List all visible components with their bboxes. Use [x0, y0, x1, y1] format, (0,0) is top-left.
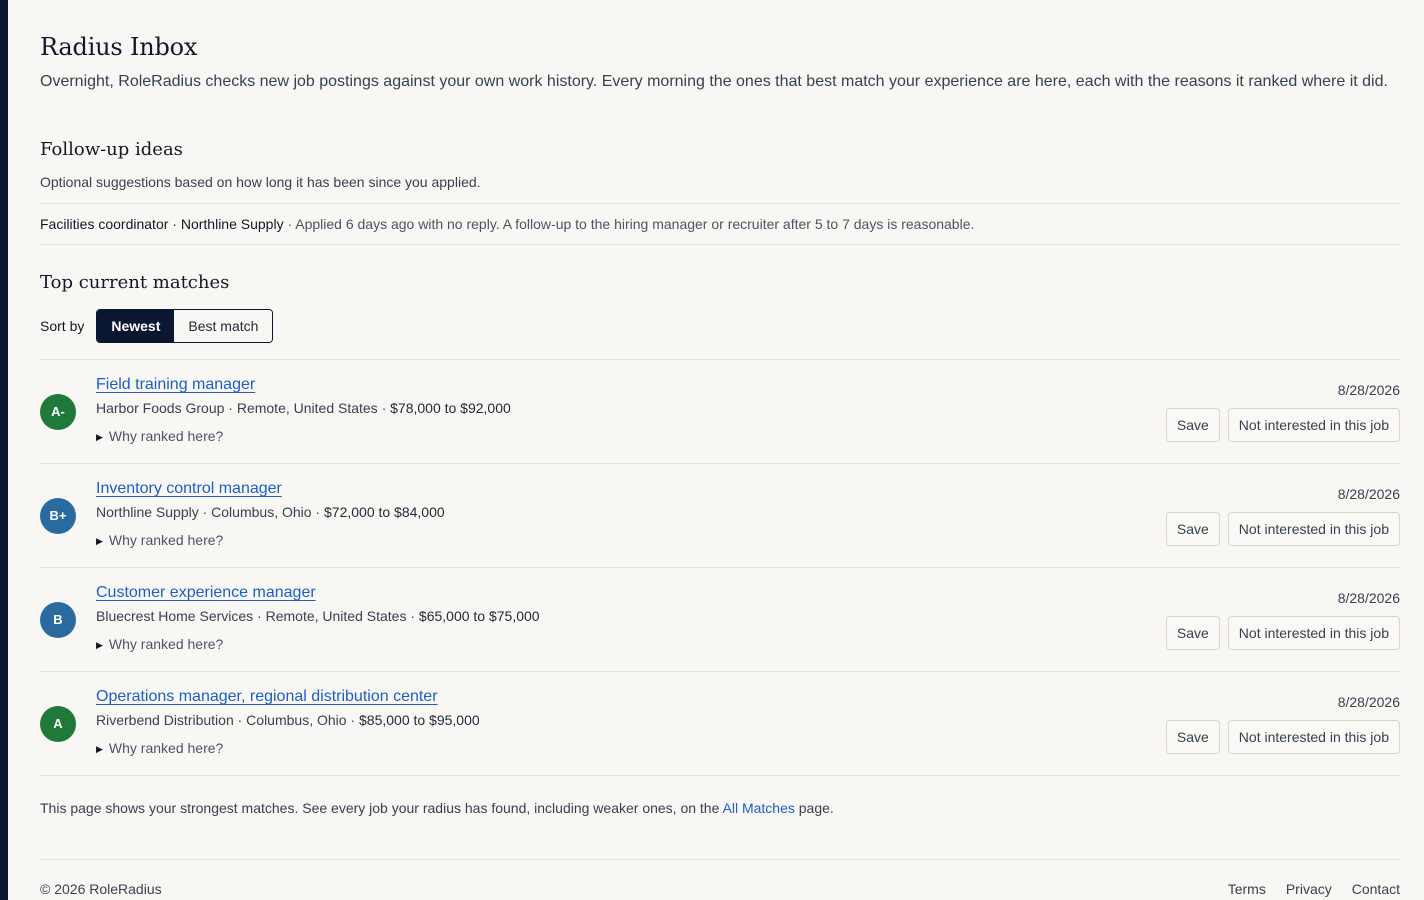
why-ranked-label: Why ranked here?: [108, 740, 224, 756]
job-meta: Northline Supply · Columbus, Ohio · $72,…: [96, 504, 445, 520]
save-button[interactable]: Save: [1165, 720, 1220, 754]
why-ranked-toggle[interactable]: ▶ Why ranked here?: [96, 428, 223, 444]
not-interested-button[interactable]: Not interested in this job: [1227, 408, 1400, 442]
why-ranked-toggle[interactable]: ▶ Why ranked here?: [96, 740, 223, 756]
disclosure-triangle-icon: ▶: [96, 536, 103, 546]
job-title-link[interactable]: Field training manager: [96, 376, 255, 394]
save-button[interactable]: Save: [1165, 512, 1220, 546]
match-row: A- Field training manager Harbor Foods G…: [40, 360, 1400, 464]
disclosure-triangle-icon: ▶: [96, 640, 103, 650]
why-ranked-toggle[interactable]: ▶ Why ranked here?: [96, 636, 223, 652]
sort-newest-button[interactable]: Newest: [97, 310, 175, 342]
grade-badge: A: [40, 706, 76, 742]
grade-badge: B+: [40, 498, 76, 534]
job-company-location: Bluecrest Home Services · Remote, United…: [96, 608, 419, 624]
followup-company: Northline Supply: [180, 216, 284, 232]
job-actions: Save Not interested in this job: [1165, 408, 1400, 442]
not-interested-button[interactable]: Not interested in this job: [1227, 512, 1400, 546]
why-ranked-label: Why ranked here?: [108, 532, 224, 548]
not-interested-button[interactable]: Not interested in this job: [1227, 616, 1400, 650]
followup-role: Facilities coordinator: [40, 216, 169, 232]
job-date: 8/28/2026: [1337, 486, 1400, 502]
job-salary: $72,000 to $84,000: [324, 504, 445, 520]
matches-title: Top current matches: [40, 272, 230, 293]
footer-note-after: page.: [794, 800, 834, 816]
not-interested-button[interactable]: Not interested in this job: [1227, 720, 1400, 754]
sort-best-match-button[interactable]: Best match: [174, 310, 273, 342]
sort-toggle: Newest Best match: [96, 309, 274, 343]
job-company-location: Riverbend Distribution · Columbus, Ohio …: [96, 712, 359, 728]
job-title-link[interactable]: Inventory control manager: [96, 480, 282, 498]
followup-item: Facilities coordinator · Northline Suppl…: [40, 203, 1400, 245]
job-meta: Harbor Foods Group · Remote, United Stat…: [96, 400, 511, 416]
footer-note: This page shows your strongest matches. …: [40, 800, 834, 816]
job-company-location: Harbor Foods Group · Remote, United Stat…: [96, 400, 391, 416]
copyright: © 2026 RoleRadius: [40, 881, 162, 897]
save-button[interactable]: Save: [1165, 616, 1220, 650]
match-row: A Operations manager, regional distribut…: [40, 672, 1400, 776]
footer-divider: [40, 859, 1400, 860]
followup-separator: ·: [168, 216, 181, 232]
footer-link-contact[interactable]: Contact: [1352, 881, 1400, 897]
job-meta: Riverbend Distribution · Columbus, Ohio …: [96, 712, 480, 728]
followup-note: · Applied 6 days ago with no reply. A fo…: [283, 216, 975, 232]
disclosure-triangle-icon: ▶: [96, 744, 103, 754]
sort-bar: Sort by Newest Best match: [40, 309, 274, 343]
job-salary: $85,000 to $95,000: [359, 712, 480, 728]
job-date: 8/28/2026: [1337, 694, 1400, 710]
all-matches-link[interactable]: All Matches: [723, 800, 795, 816]
match-row: B+ Inventory control manager Northline S…: [40, 464, 1400, 568]
why-ranked-label: Why ranked here?: [108, 636, 224, 652]
job-actions: Save Not interested in this job: [1165, 616, 1400, 650]
job-company-location: Northline Supply · Columbus, Ohio ·: [96, 504, 324, 520]
sort-label: Sort by: [40, 318, 85, 334]
page-intro: Overnight, RoleRadius checks new job pos…: [40, 73, 1388, 90]
page-title: Radius Inbox: [40, 33, 198, 61]
match-row: B Customer experience manager Bluecrest …: [40, 568, 1400, 672]
footer-note-before: This page shows your strongest matches. …: [40, 800, 723, 816]
job-meta: Bluecrest Home Services · Remote, United…: [96, 608, 540, 624]
save-button[interactable]: Save: [1165, 408, 1220, 442]
followup-title: Follow-up ideas: [40, 139, 183, 160]
left-rail: [0, 0, 8, 900]
footer-link-terms[interactable]: Terms: [1228, 881, 1266, 897]
job-salary: $65,000 to $75,000: [418, 608, 540, 624]
footer-link-privacy[interactable]: Privacy: [1286, 881, 1332, 897]
footer-links: Terms Privacy Contact: [1228, 881, 1400, 897]
job-actions: Save Not interested in this job: [1165, 720, 1400, 754]
job-title-link[interactable]: Operations manager, regional distributio…: [96, 688, 438, 706]
why-ranked-label: Why ranked here?: [108, 428, 224, 444]
grade-badge: B: [40, 602, 76, 638]
disclosure-triangle-icon: ▶: [96, 432, 103, 442]
job-actions: Save Not interested in this job: [1165, 512, 1400, 546]
job-salary: $78,000 to $92,000: [390, 400, 511, 416]
job-date: 8/28/2026: [1337, 382, 1400, 398]
followup-subtitle: Optional suggestions based on how long i…: [40, 174, 481, 190]
job-title-link[interactable]: Customer experience manager: [96, 584, 316, 602]
why-ranked-toggle[interactable]: ▶ Why ranked here?: [96, 532, 223, 548]
match-list: A- Field training manager Harbor Foods G…: [40, 359, 1400, 776]
job-date: 8/28/2026: [1337, 590, 1400, 606]
grade-badge: A-: [40, 394, 76, 430]
